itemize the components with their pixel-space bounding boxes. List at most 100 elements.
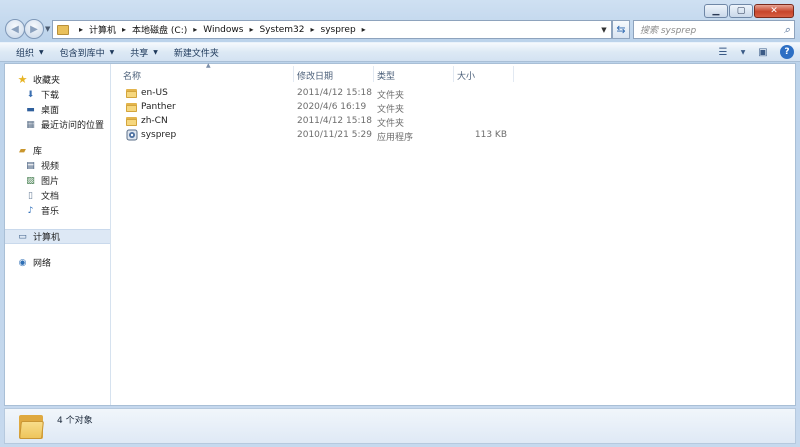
nav-item-pictures[interactable]: ▨ 图片 — [5, 173, 110, 188]
content-area: ★ 收藏夹 ⬇ 下载 ▬ 桌面 ▦ 最近访问的位置 ▰ 库 ▤ 视频 ▨ 图片 … — [4, 62, 796, 406]
nav-item-network[interactable]: ◉ 网络 — [5, 255, 110, 270]
view-options-dropdown[interactable]: ▼ — [740, 45, 746, 59]
preview-pane-button[interactable]: ▣ — [756, 45, 770, 59]
new-folder-button[interactable]: 新建文件夹 — [166, 46, 227, 59]
nav-item-favorites[interactable]: ★ 收藏夹 — [5, 72, 110, 87]
help-icon[interactable]: ? — [780, 45, 794, 59]
organize-label: 组织 — [16, 48, 35, 59]
address-history-dropdown[interactable]: ▼ — [597, 21, 611, 38]
breadcrumb-item-sysprep[interactable]: sysprep — [321, 25, 356, 35]
network-icon: ◉ — [18, 257, 27, 268]
preview-pane-icon: ▣ — [758, 46, 768, 58]
file-row[interactable]: Panther 2020/4/6 16:19 文件夹 — [113, 100, 795, 115]
file-date: 2011/4/12 15:18 — [297, 88, 372, 98]
file-type: 应用程序 — [377, 133, 414, 143]
refresh-button[interactable]: ⇆ — [612, 20, 630, 39]
recent-pages-dropdown[interactable]: ▼ — [45, 25, 50, 33]
address-row: ◀ ▶ ▼ ▸ 计算机 ▸ 本地磁盘 (C:) ▸ Windows ▸ Syst… — [0, 18, 800, 40]
nav-item-desktop[interactable]: ▬ 桌面 — [5, 102, 110, 117]
search-placeholder: 搜索 sysprep — [640, 26, 697, 36]
breadcrumb-item-local-disk[interactable]: 本地磁盘 (C:) — [132, 23, 187, 36]
picture-icon: ▨ — [26, 175, 35, 186]
organize-menu[interactable]: 组织 ▼ — [8, 46, 52, 59]
sort-ascending-icon: ▲ — [206, 62, 211, 69]
chevron-right-icon[interactable]: ▸ — [79, 25, 83, 34]
search-input[interactable]: 搜索 sysprep ⌕ — [633, 20, 795, 39]
arrow-right-icon: ▶ — [30, 23, 38, 35]
address-bar[interactable]: ▸ 计算机 ▸ 本地磁盘 (C:) ▸ Windows ▸ System32 ▸… — [52, 20, 612, 39]
video-icon: ▤ — [26, 160, 35, 171]
recent-places-icon: ▦ — [26, 119, 35, 130]
breadcrumb-item-computer[interactable]: 计算机 — [89, 23, 116, 36]
view-controls: ☰ ▼ ▣ ? — [716, 45, 794, 59]
details-view-icon: ☰ — [718, 46, 728, 58]
minimize-button[interactable]: ▁ — [704, 4, 728, 18]
nav-item-computer[interactable]: ▭ 计算机 — [5, 229, 110, 244]
nav-item-label: 计算机 — [33, 233, 61, 243]
nav-item-recent-places[interactable]: ▦ 最近访问的位置 — [5, 117, 110, 132]
nav-item-libraries[interactable]: ▰ 库 — [5, 143, 110, 158]
search-icon[interactable]: ⌕ — [784, 23, 790, 37]
column-header-name[interactable]: 名称 — [123, 69, 141, 82]
nav-item-videos[interactable]: ▤ 视频 — [5, 158, 110, 173]
file-row[interactable]: en-US 2011/4/12 15:18 文件夹 — [113, 86, 795, 101]
column-header-size[interactable]: 大小 — [457, 69, 475, 82]
file-date: 2011/4/12 15:18 — [297, 116, 372, 126]
file-row[interactable]: sysprep 2010/11/21 5:29 应用程序 113 KB — [113, 128, 795, 143]
nav-item-documents[interactable]: ▯ 文档 — [5, 188, 110, 203]
file-list: ▲ 名称 修改日期 类型 大小 en-US 2011/4/12 15:18 文件… — [113, 62, 795, 405]
nav-item-music[interactable]: ♪ 音乐 — [5, 203, 110, 218]
breadcrumb-item-system32[interactable]: System32 — [259, 25, 304, 35]
nav-item-label: 收藏夹 — [33, 76, 61, 86]
chevron-right-icon[interactable]: ▸ — [249, 25, 253, 34]
include-in-library-menu[interactable]: 包含到库中 ▼ — [52, 46, 123, 59]
chevron-right-icon[interactable]: ▸ — [310, 25, 314, 34]
details-pane: 4 个对象 — [4, 408, 796, 444]
folder-icon — [126, 88, 137, 98]
maximize-button[interactable]: ▢ — [729, 4, 753, 18]
nav-item-downloads[interactable]: ⬇ 下载 — [5, 87, 110, 102]
document-icon: ▯ — [28, 190, 33, 201]
change-view-button[interactable]: ☰ — [716, 45, 730, 59]
breadcrumb-item-windows[interactable]: Windows — [203, 25, 243, 35]
forward-button[interactable]: ▶ — [24, 19, 44, 39]
item-count: 4 个对象 — [57, 416, 93, 426]
nav-item-label: 图片 — [41, 177, 60, 187]
folder-icon — [126, 102, 137, 112]
breadcrumb: ▸ 计算机 ▸ 本地磁盘 (C:) ▸ Windows ▸ System32 ▸… — [73, 23, 372, 37]
file-name: zh-CN — [141, 116, 168, 126]
nav-item-label: 文档 — [41, 192, 60, 202]
window-controls: ▁ ▢ ✕ — [704, 4, 794, 18]
chevron-right-icon[interactable]: ▸ — [362, 25, 366, 34]
command-bar: 组织 ▼ 包含到库中 ▼ 共享 ▼ 新建文件夹 ☰ ▼ ▣ ? — [0, 42, 800, 62]
file-name: sysprep — [141, 130, 177, 140]
chevron-right-icon[interactable]: ▸ — [122, 25, 126, 34]
arrow-left-icon: ◀ — [11, 23, 19, 35]
nav-item-label: 网络 — [33, 259, 52, 269]
nav-item-label: 桌面 — [41, 106, 60, 116]
star-icon: ★ — [17, 73, 28, 86]
nav-item-label: 库 — [33, 147, 43, 157]
explorer-window: ▁ ▢ ✕ ◀ ▶ ▼ ▸ 计算机 ▸ 本地磁盘 (C:) ▸ Windows … — [0, 0, 800, 447]
back-button[interactable]: ◀ — [5, 19, 25, 39]
folder-icon — [19, 413, 44, 440]
file-row[interactable]: zh-CN 2011/4/12 15:18 文件夹 — [113, 114, 795, 129]
column-headers: ▲ 名称 修改日期 类型 大小 — [113, 62, 795, 84]
refresh-icon: ⇆ — [616, 23, 626, 36]
nav-item-label: 音乐 — [41, 207, 60, 217]
file-name: en-US — [141, 88, 168, 98]
column-header-date[interactable]: 修改日期 — [297, 69, 333, 82]
share-label: 共享 — [130, 48, 149, 59]
download-icon: ⬇ — [26, 89, 35, 100]
chevron-right-icon[interactable]: ▸ — [193, 25, 197, 34]
chevron-down-icon: ▼ — [153, 48, 158, 56]
nav-item-label: 视频 — [41, 162, 60, 172]
file-date: 2020/4/6 16:19 — [297, 102, 367, 112]
close-button[interactable]: ✕ — [754, 4, 794, 18]
new-folder-label: 新建文件夹 — [173, 48, 219, 59]
folder-icon — [126, 116, 137, 126]
file-name: Panther — [141, 102, 176, 112]
column-header-type[interactable]: 类型 — [377, 69, 395, 82]
share-menu[interactable]: 共享 ▼ — [122, 46, 166, 59]
nav-item-label: 下载 — [41, 91, 60, 101]
